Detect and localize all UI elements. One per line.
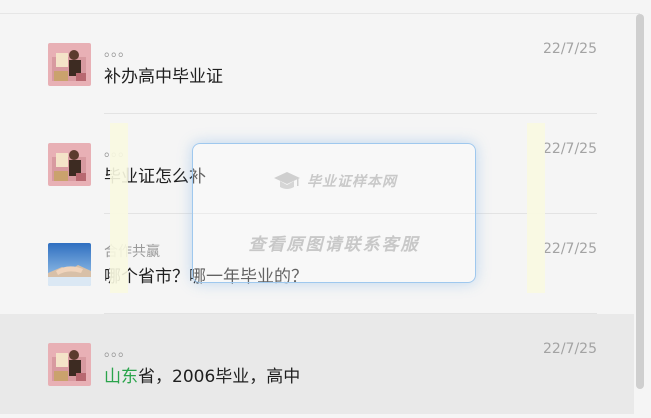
certificate-photo-avatar-icon (48, 343, 91, 386)
comment-text: 山东省，2006毕业，高中 (104, 366, 300, 388)
watermark-overlay: 毕业证样本网 查看原图请联系客服 (192, 143, 476, 283)
timestamp: 22/7/25 (543, 41, 597, 57)
comment-body: 补办高中毕业证 (104, 67, 223, 87)
watermark-strip (110, 123, 128, 293)
timestamp: 22/7/25 (543, 141, 597, 157)
watermark-logo-text: 毕业证样本网 (307, 174, 397, 190)
nickname: 。。。 (104, 44, 132, 60)
timestamp: 22/7/25 (543, 241, 597, 257)
comment-item[interactable]: 。。。 22/7/25 山东省，2006毕业，高中 (0, 314, 634, 414)
avatar[interactable] (48, 343, 91, 386)
avatar[interactable] (48, 43, 91, 86)
comment-body: 省，2006毕业，高中 (138, 367, 301, 387)
comment-item[interactable]: 。。。 22/7/25 补办高中毕业证 (0, 14, 634, 114)
avatar[interactable] (48, 243, 91, 286)
handshake-avatar-icon (48, 243, 91, 286)
scrollbar-thumb[interactable] (636, 14, 644, 389)
comment-text: 补办高中毕业证 (104, 66, 223, 88)
watermark-logo: 毕业证样本网 (273, 170, 397, 192)
nickname: 。。。 (104, 344, 132, 360)
certificate-photo-avatar-icon (48, 43, 91, 86)
watermark-text: 查看原图请联系客服 (248, 235, 420, 255)
avatar[interactable] (48, 143, 91, 186)
graduation-cap-icon (274, 172, 300, 189)
certificate-photo-avatar-icon (48, 143, 91, 186)
highlighted-keyword[interactable]: 山东 (104, 367, 138, 387)
watermark-strip (527, 123, 545, 293)
timestamp: 22/7/25 (543, 341, 597, 357)
